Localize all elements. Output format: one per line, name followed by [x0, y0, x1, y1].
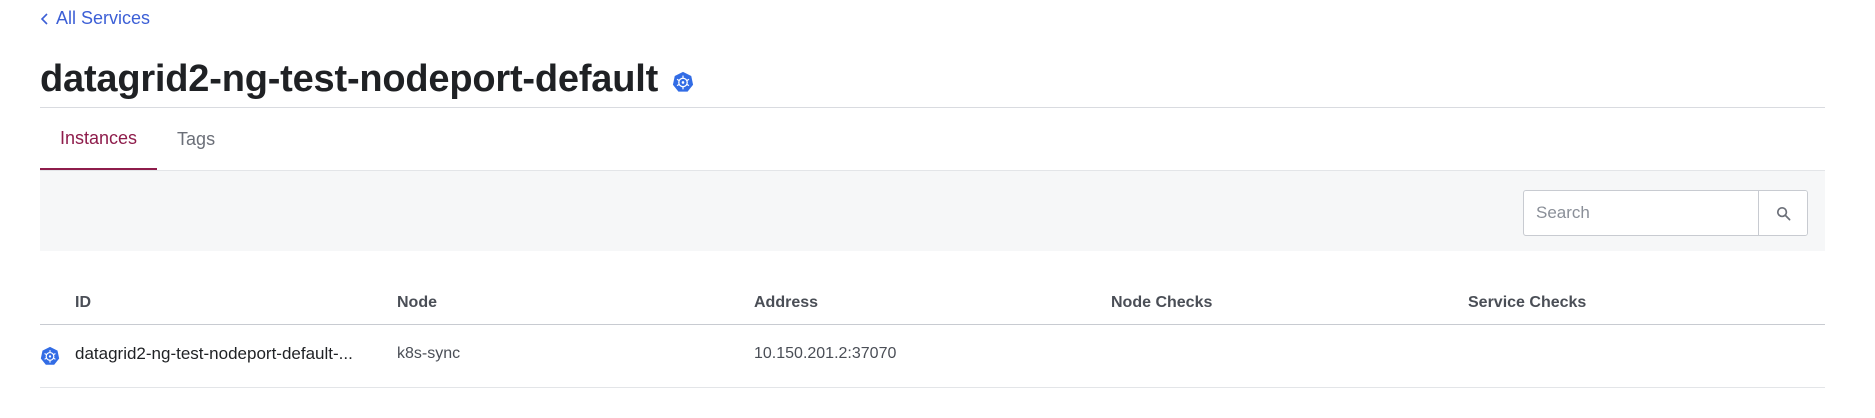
table-header: ID Node Address Node Checks Service Chec…	[40, 282, 1825, 325]
back-link-label[interactable]: All Services	[56, 8, 150, 29]
column-header-id: ID	[75, 294, 91, 311]
kubernetes-icon	[40, 346, 60, 365]
search-input[interactable]	[1524, 191, 1758, 235]
page-title: datagrid2-ng-test-nodeport-default	[40, 58, 659, 100]
chevron-left-icon	[40, 12, 48, 25]
instances-table: ID Node Address Node Checks Service Chec…	[40, 282, 1825, 388]
instance-address: 10.150.201.2:37070	[754, 345, 897, 362]
column-header-node: Node	[397, 294, 437, 311]
filter-toolbar	[40, 171, 1825, 251]
column-header-service-checks: Service Checks	[1468, 294, 1587, 311]
back-to-all-services-link[interactable]: All Services	[40, 8, 150, 29]
column-header-node-checks: Node Checks	[1111, 294, 1213, 311]
column-header-address: Address	[754, 294, 819, 311]
kubernetes-icon	[672, 71, 694, 92]
instance-node: k8s-sync	[397, 345, 461, 362]
title-row: datagrid2-ng-test-nodeport-default	[40, 58, 694, 101]
search-button[interactable]	[1758, 191, 1807, 235]
tab-bar: Instances Tags	[40, 108, 235, 170]
instance-id[interactable]: datagrid2-ng-test-nodeport-default-...	[75, 344, 353, 364]
search-box	[1523, 190, 1808, 236]
header-divider	[40, 107, 1825, 108]
table-row[interactable]: datagrid2-ng-test-nodeport-default-... k…	[40, 325, 1825, 388]
tab-tags[interactable]: Tags	[157, 108, 235, 170]
tab-instances[interactable]: Instances	[40, 108, 158, 170]
search-icon	[1776, 206, 1790, 220]
